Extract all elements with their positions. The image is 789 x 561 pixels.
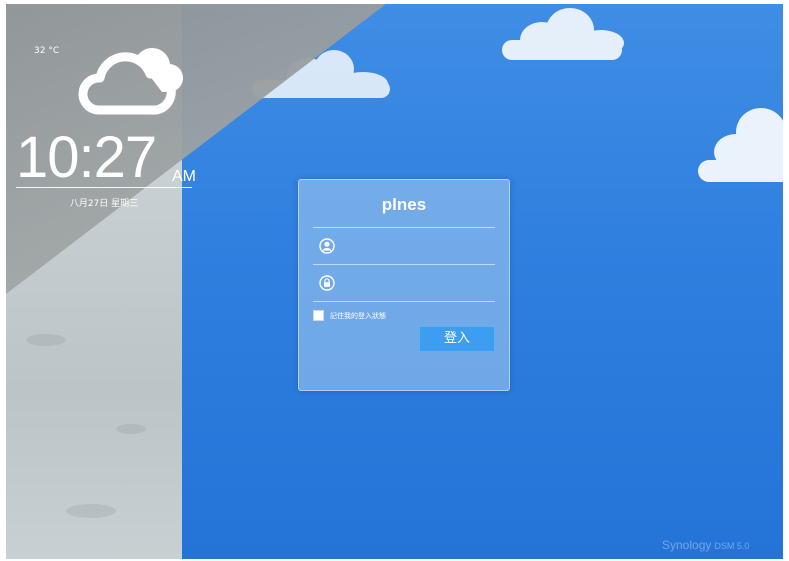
divider xyxy=(313,301,495,302)
clock-divider xyxy=(16,187,192,188)
remember-me-checkbox[interactable] xyxy=(313,310,324,321)
login-button[interactable]: 登入 xyxy=(419,326,495,352)
clock-date: 八月27日 星期三 xyxy=(69,199,139,209)
brand-logo: Synology DSM 5.0 xyxy=(662,538,749,552)
weather-temperature: 32 °C xyxy=(34,46,60,56)
login-screen: 32 °C 10:27 AM 八月27日 星期三 plnes 記住我的登入狀態 … xyxy=(6,4,783,559)
login-panel: plnes 記住我的登入狀態 登入 xyxy=(298,179,510,391)
clock-ampm: AM xyxy=(172,168,196,185)
remember-me-label[interactable]: 記住我的登入狀態 xyxy=(330,311,386,321)
cloud-decoration xyxy=(696,104,783,194)
cloud-icon xyxy=(78,48,184,115)
divider xyxy=(313,227,495,228)
brand-name: Synology xyxy=(662,538,712,552)
clock-time: 10:27 xyxy=(16,125,157,190)
username-field[interactable] xyxy=(313,231,495,261)
password-field[interactable] xyxy=(313,268,495,298)
cloud-decoration xyxy=(498,8,628,68)
divider xyxy=(313,264,495,265)
brand-version: DSM 5.0 xyxy=(714,541,750,551)
server-name: plnes xyxy=(381,195,427,214)
